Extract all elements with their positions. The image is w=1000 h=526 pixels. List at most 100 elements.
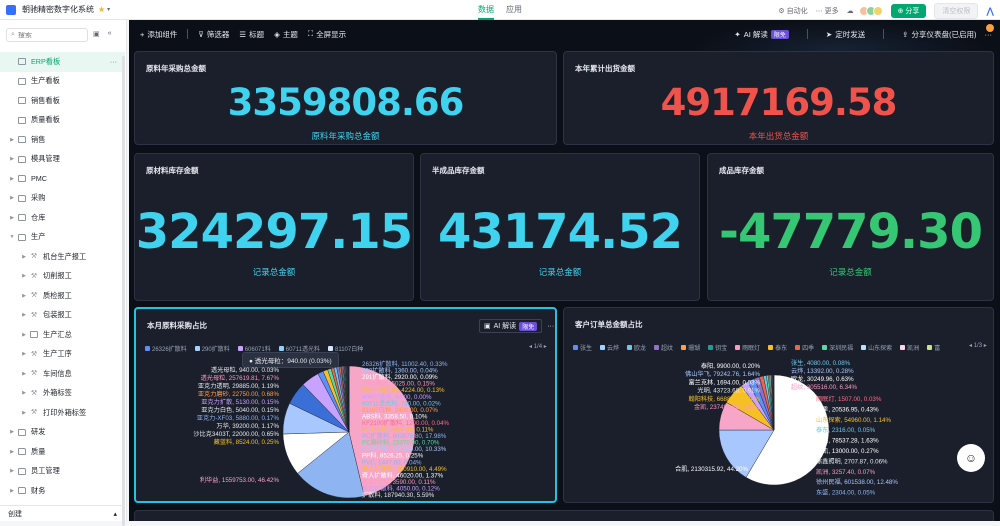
metric-caption: 记录总金额	[421, 266, 699, 278]
schedule-send-button[interactable]: ➤定时发送	[826, 29, 865, 40]
create-button[interactable]: 创建	[8, 509, 22, 519]
sidebar-item[interactable]: ▶研发	[0, 423, 125, 443]
sidebar-item[interactable]: ▶⚒切削报工	[0, 267, 125, 287]
sidebar-item[interactable]: ERP看板···	[0, 52, 125, 72]
sidebar-item[interactable]: ▶销售	[0, 130, 125, 150]
collapse-icon[interactable]: «	[108, 30, 112, 38]
card-raw-inventory[interactable]: 原材料库存金额 324297.15 记录总金额	[134, 153, 414, 301]
chevron-right-icon[interactable]: ▶	[8, 215, 16, 221]
add-component-button[interactable]: +添加组件	[140, 29, 177, 40]
share-dashboard-button[interactable]: ⇪分享仪表盘(已启用)	[902, 29, 976, 40]
chevron-right-icon[interactable]: ▶	[20, 410, 28, 416]
theme-button[interactable]: ◈主题	[274, 29, 298, 40]
share-button[interactable]: ⊕ 分享	[891, 4, 927, 18]
sidebar-item[interactable]: ▶⚒包装报工	[0, 306, 125, 326]
chevron-down-icon[interactable]: ▾	[107, 6, 110, 13]
sidebar-item[interactable]: ▶质量	[0, 442, 125, 462]
sidebar-item[interactable]: ▶⚒外箱标签	[0, 384, 125, 404]
automation-button[interactable]: ⚙ 自动化	[778, 6, 807, 16]
card-title: 成品库存金额	[719, 165, 764, 176]
card-purchase-total[interactable]: 原料年采购总金额 3359808.66 原料年采购总金额	[134, 51, 557, 145]
chevron-right-icon[interactable]: ▶	[20, 293, 28, 299]
metric-caption: 本年出货总金额	[564, 130, 993, 142]
sidebar-footer: 创建 ▴	[0, 505, 125, 521]
fullscreen-button[interactable]: ⛶全屏显示	[308, 29, 346, 40]
chevron-right-icon[interactable]: ▶	[8, 156, 16, 162]
chevron-right-icon[interactable]: ▶	[20, 332, 28, 338]
notification-dot[interactable]	[986, 24, 994, 32]
sidebar: ⌕ ▣ « ERP看板···生产看板销售看板质量看板▶销售▶模具管理▶PMC▶采…	[0, 20, 127, 521]
sidebar-item[interactable]: ▶⚒机台生产报工	[0, 247, 125, 267]
sidebar-item[interactable]: ▶财务	[0, 481, 125, 501]
sidebar-item[interactable]: ▶PMC	[0, 169, 125, 189]
sidebar-item[interactable]: 生产看板	[0, 72, 125, 92]
sidebar-item[interactable]: ▶仓库	[0, 208, 125, 228]
collaborator-avatars[interactable]	[862, 6, 883, 16]
metric-caption: 原料年采购总金额	[135, 130, 556, 142]
card-semi-inventory[interactable]: 半成品库存金额 43174.52 记录总金额	[420, 153, 700, 301]
plus-icon: +	[140, 30, 144, 39]
ai-insight-button[interactable]: ✦AI 解读限免	[734, 29, 788, 40]
sidebar-item[interactable]: ▶⚒质检报工	[0, 286, 125, 306]
card-shipment-total[interactable]: 本年累计出货金额 4917169.58 本年出货总金额	[563, 51, 994, 145]
sidebar-item[interactable]: ▶员工管理	[0, 462, 125, 482]
chevron-right-icon[interactable]: ▶	[20, 351, 28, 357]
slice-label: 藏蓝料, 8524.00, 0.25%	[214, 438, 280, 446]
chevron-right-icon[interactable]: ▶	[8, 488, 16, 494]
search-box[interactable]: ⌕	[6, 28, 88, 42]
folder-icon	[18, 487, 26, 494]
order-pie-chart[interactable]: 泰阳, 9900.00, 0.20%佛山华飞, 79242.76, 1.64%富…	[564, 308, 993, 502]
star-icon[interactable]: ★	[98, 5, 105, 14]
chevron-right-icon[interactable]: ▶	[8, 176, 16, 182]
sidebar-item[interactable]: 销售看板	[0, 91, 125, 111]
chevron-right-icon[interactable]: ▶	[20, 371, 28, 377]
more-button[interactable]: ⋯ 更多	[816, 6, 839, 16]
slice-label: 涂鑫照明, 2707.87, 0.06%	[816, 457, 888, 465]
chevron-right-icon[interactable]: ▶	[8, 137, 16, 143]
sidebar-item[interactable]: ▶生产汇总	[0, 325, 125, 345]
card-finished-inventory[interactable]: 成品库存金额 -47779.30 记录总金额	[707, 153, 994, 301]
slice-label: 东盛, 2304.00, 0.05%	[816, 489, 876, 497]
chevron-right-icon[interactable]: ▶	[8, 449, 16, 455]
chevron-right-icon[interactable]: ▶	[8, 195, 16, 201]
tab-data[interactable]: 数据	[478, 0, 494, 20]
card-purchase-pie[interactable]: 本月原料采购占比 ▣AI 解读限免 ··· 26326扩散料290扩散料6060…	[134, 307, 557, 503]
purchase-pie-chart[interactable]: 透光母粒, 940.00, 0.03%透光母粒, 257619.81, 7.67…	[136, 309, 555, 501]
cloud-icon[interactable]: ☁	[847, 7, 854, 15]
tool-icon: ⚒	[30, 390, 38, 397]
more-icon[interactable]: ···	[110, 57, 117, 66]
slice-label: 合肌, 2130315.92, 44.20%	[675, 465, 748, 473]
chevron-right-icon[interactable]: ▶	[8, 429, 16, 435]
search-input[interactable]	[18, 32, 78, 39]
sidebar-item[interactable]: ▶⚒打印外箱标签	[0, 403, 125, 423]
sidebar-item[interactable]: 质量看板	[0, 111, 125, 131]
slice-label: 金凯, 237499.50, 4.93%	[694, 403, 761, 411]
chevron-right-icon[interactable]: ▶	[8, 468, 16, 474]
chevron-right-icon[interactable]: ▶	[20, 390, 28, 396]
title-icon: ☰	[239, 30, 246, 39]
layout-icon[interactable]: ▣	[93, 30, 100, 38]
assistant-avatar-icon[interactable]: ☺	[957, 444, 985, 472]
sidebar-item[interactable]: ▶⚒生产工序	[0, 345, 125, 365]
slice-label: 凯洲, 3257.40, 0.07%	[816, 468, 876, 476]
filter-button[interactable]: ⊽筛选器	[198, 29, 229, 40]
sidebar-item[interactable]: ▼生产	[0, 228, 125, 248]
add-component-label: 添加组件	[147, 29, 177, 40]
card-next-row[interactable]	[134, 510, 994, 521]
permission-button[interactable]: 清空权限	[934, 3, 978, 19]
chevron-right-icon[interactable]: ▶	[20, 273, 28, 279]
sidebar-item[interactable]: ▶⚒车间信息	[0, 364, 125, 384]
sidebar-item[interactable]: ▶采购	[0, 189, 125, 209]
sidebar-scrollbar[interactable]	[122, 56, 125, 526]
tab-apps[interactable]: 应用	[506, 0, 522, 20]
title-button[interactable]: ☰标题	[239, 29, 264, 40]
card-order-pie[interactable]: 客户订单总金额占比 张生云烨欧龙超纹珊瑚钥宝雨眠灯泰东四季深圳民福山东探索凯洲富…	[563, 307, 994, 503]
chevron-down-icon[interactable]: ▼	[8, 234, 16, 240]
tool-icon: ⚒	[30, 409, 38, 416]
title-label: 标题	[249, 29, 264, 40]
chevron-right-icon[interactable]: ▶	[20, 312, 28, 318]
expand-icon[interactable]: ▴	[113, 510, 117, 518]
chevron-right-icon[interactable]: ▶	[20, 254, 28, 260]
slice-label: 泰东, 2316.00, 0.05%	[816, 426, 876, 434]
sidebar-item[interactable]: ▶模具管理	[0, 150, 125, 170]
